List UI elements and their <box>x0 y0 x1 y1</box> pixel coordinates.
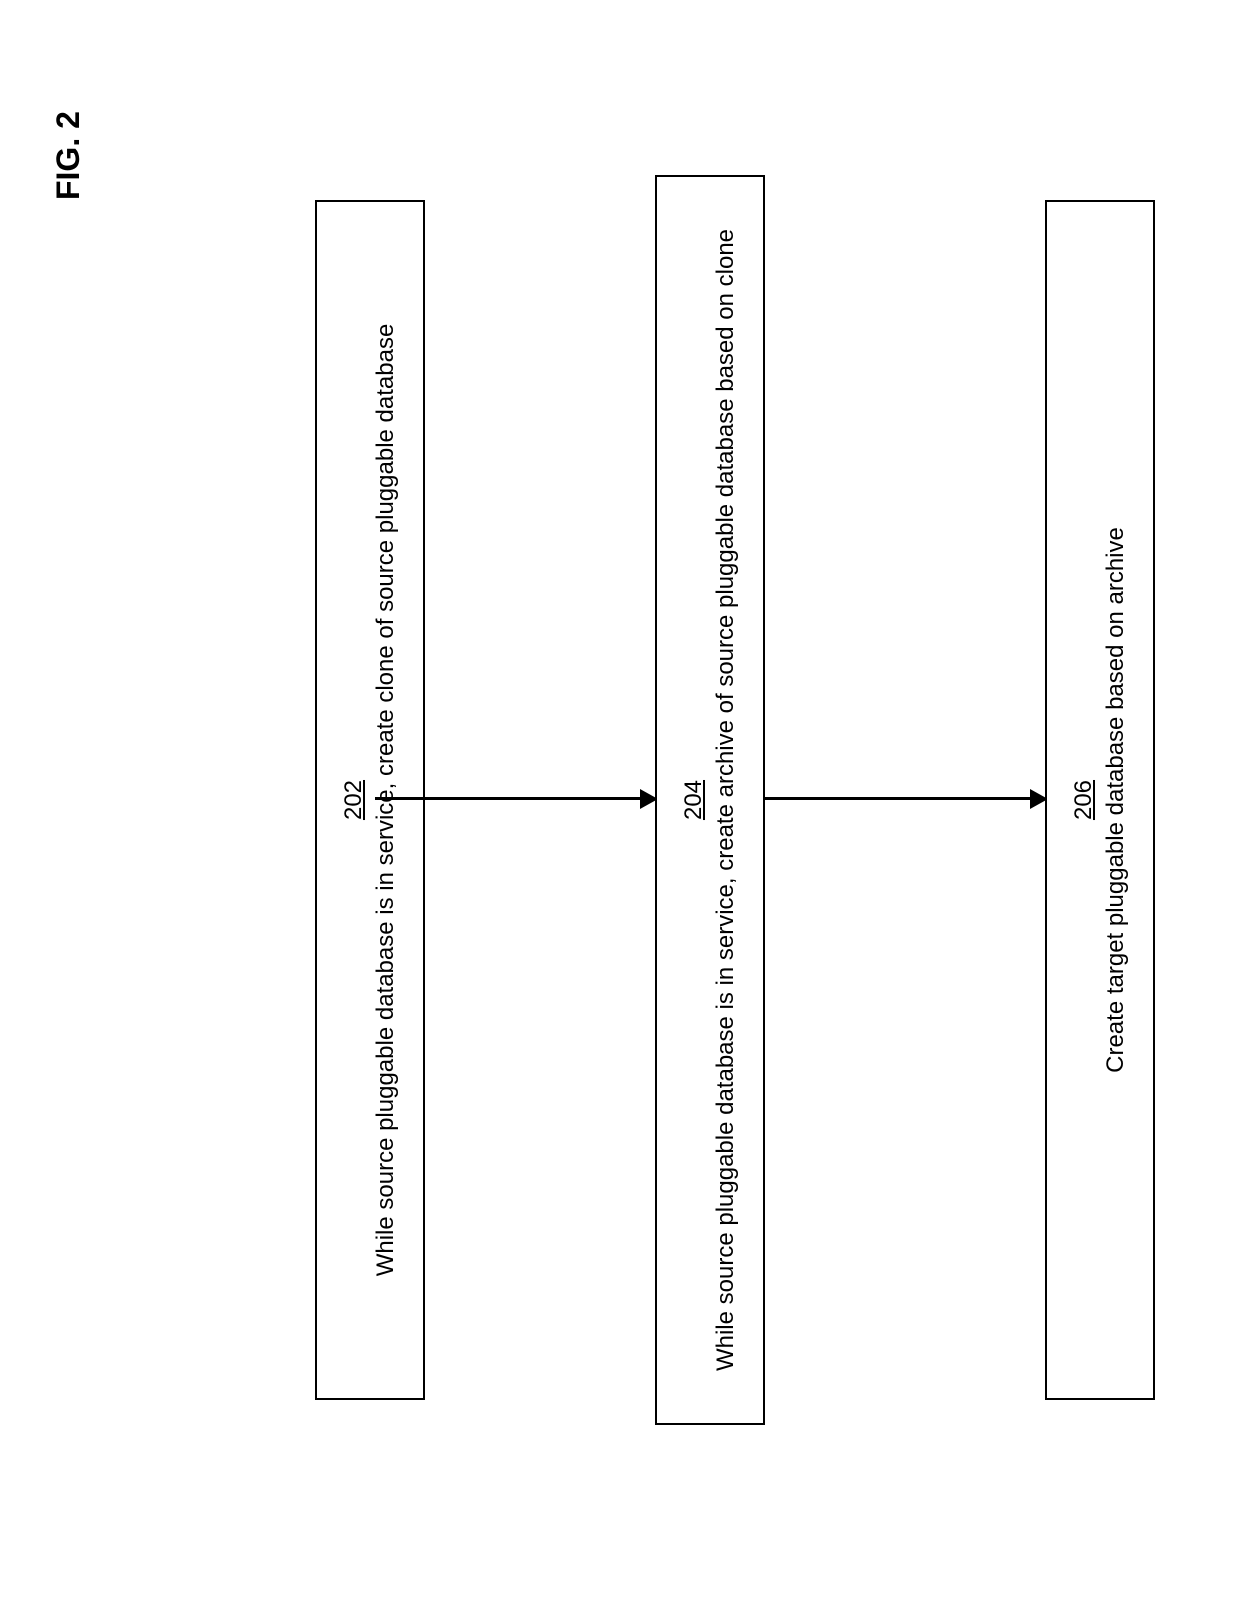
step-text: While source pluggable database is in se… <box>712 229 740 1371</box>
step-text: While source pluggable database is in se… <box>372 324 400 1277</box>
flow-step-202: 202 While source pluggable database is i… <box>315 200 425 1400</box>
step-id: 202 <box>340 780 368 820</box>
flow-step-204: 204 While source pluggable database is i… <box>655 175 765 1425</box>
step-text: Create target pluggable database based o… <box>1102 527 1130 1073</box>
flowchart-canvas: FIG. 2 202 While source pluggable databa… <box>0 0 1240 1609</box>
flow-step-206: 206 Create target pluggable database bas… <box>1045 200 1155 1400</box>
step-id: 204 <box>680 780 708 820</box>
step-id: 206 <box>1070 780 1098 820</box>
figure-label: FIG. 2 <box>50 111 87 200</box>
